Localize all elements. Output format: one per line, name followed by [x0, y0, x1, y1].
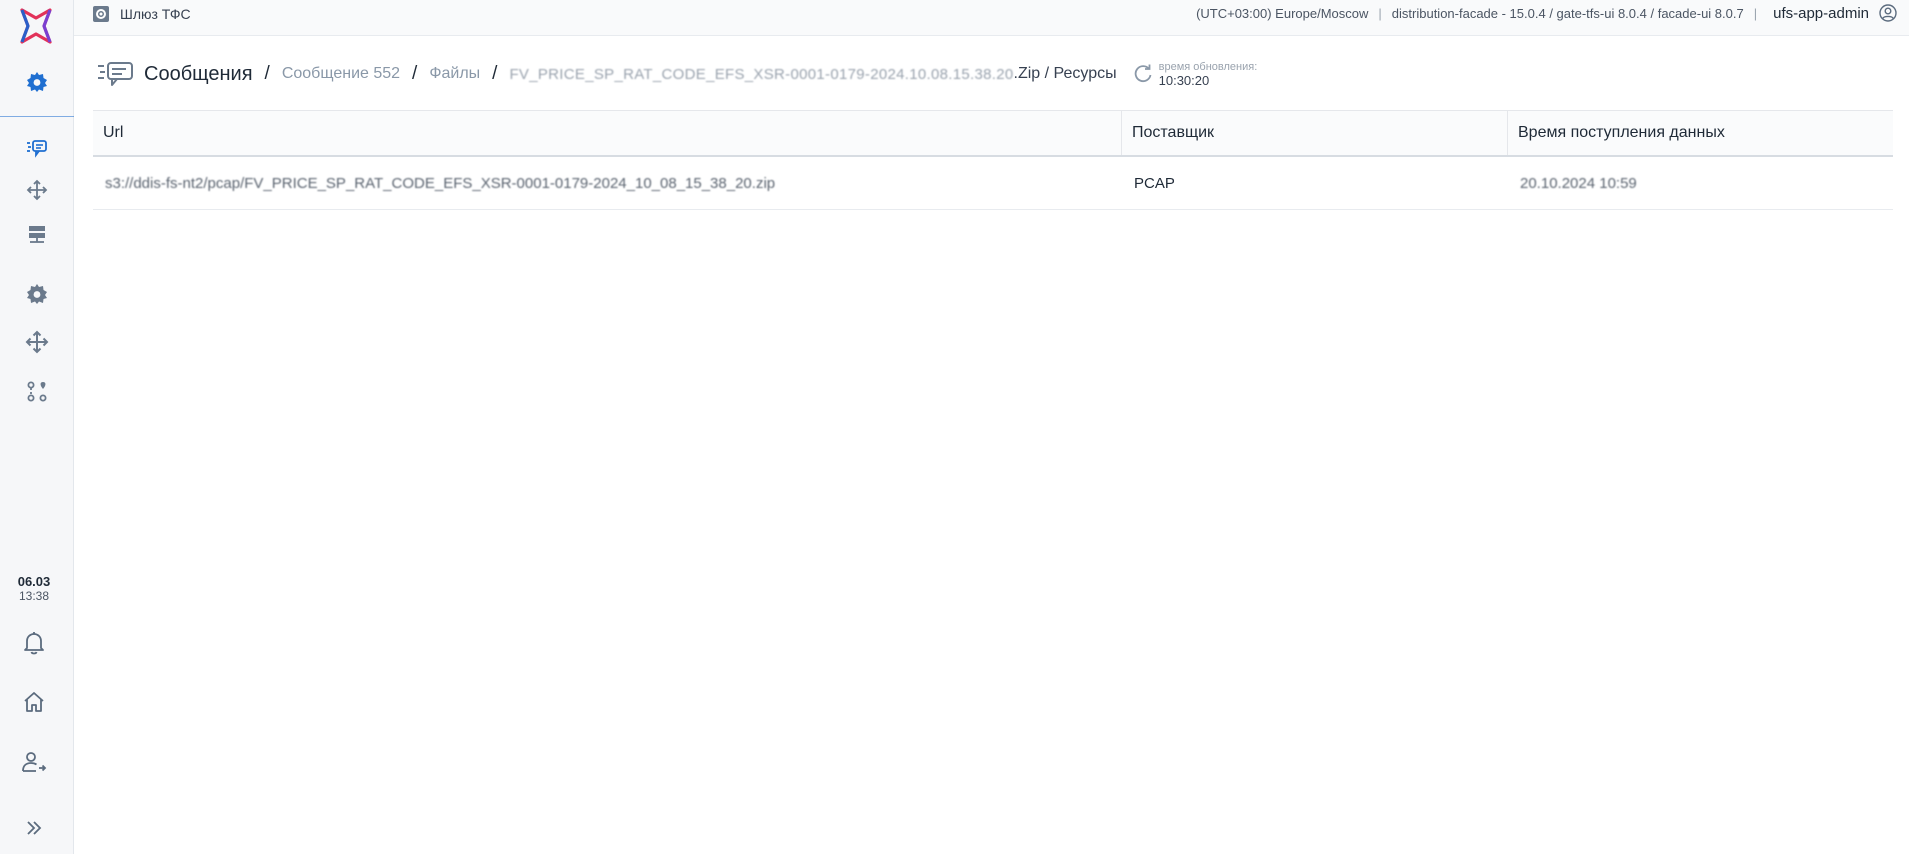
- app-logo-icon[interactable]: [14, 4, 58, 48]
- app-title-text: Шлюз ТФС: [120, 6, 191, 22]
- breadcrumb-message-link[interactable]: Сообщение 552: [282, 65, 400, 83]
- server-icon: [29, 226, 45, 243]
- gear-box-icon: [93, 6, 109, 22]
- timezone-label: (UTC+03:00) Europe/Moscow: [1196, 5, 1369, 21]
- sidebar-item-servers[interactable]: [0, 214, 74, 254]
- user-circle-icon[interactable]: [1879, 4, 1897, 22]
- refresh-text: время обновления: 10:30:20: [1159, 60, 1258, 88]
- cell-provider: PCAP: [1134, 174, 1175, 192]
- page-header: Сообщения / Сообщение 552 / Файлы / FV_P…: [96, 56, 1257, 92]
- clock-date: 06.03: [17, 574, 51, 589]
- user-name[interactable]: ufs-app-admin: [1773, 5, 1869, 22]
- home-button[interactable]: [0, 682, 68, 722]
- column-header-received-time[interactable]: Время поступления данных: [1508, 111, 1893, 155]
- breadcrumb-file-name: FV_PRICE_SP_RAT_CODE_EFS_XSR-0001-0179-2…: [509, 65, 1014, 83]
- refresh-label: время обновления:: [1158, 61, 1258, 73]
- versions-label: distribution-facade - 15.0.4 / gate-tfs-…: [1391, 5, 1744, 21]
- topbar-separator: |: [1378, 5, 1382, 21]
- expand-sidebar-button[interactable]: [0, 808, 68, 848]
- topbar-separator: |: [1753, 5, 1758, 21]
- column-header-url[interactable]: Url: [93, 111, 1122, 155]
- clock-time: 13:38: [18, 589, 50, 603]
- topbar: Шлюз ТФС (UTC+03:00) Europe/Moscow | dis…: [74, 0, 1909, 36]
- home-icon: [24, 692, 44, 712]
- breadcrumb-current: .Zip / Ресурсы: [1013, 65, 1117, 82]
- sidebar-item-routes[interactable]: [0, 170, 74, 210]
- sidebar-clock: 06.03 13:38: [0, 574, 68, 604]
- bell-icon: [24, 632, 44, 655]
- topbar-info: (UTC+03:00) Europe/Moscow | distribution…: [1196, 4, 1897, 22]
- table-header: Url Поставщик Время поступления данных: [93, 110, 1893, 157]
- app-title[interactable]: Шлюз ТФС: [92, 5, 191, 23]
- logout-button[interactable]: [0, 742, 68, 782]
- refresh-time: 10:30:20: [1158, 73, 1210, 88]
- cell-received-time: 20.10.2024 10:59: [1520, 174, 1637, 192]
- gears-icon: [27, 284, 47, 304]
- user-logout-icon: [22, 752, 47, 772]
- sidebar-settings-active[interactable]: [0, 62, 74, 102]
- sidebar-divider: [0, 116, 74, 117]
- refresh-icon: [1134, 64, 1152, 83]
- cell-url: s3://ddis-fs-nt2/pcap/FV_PRICE_SP_RAT_CO…: [105, 174, 776, 192]
- column-header-provider[interactable]: Поставщик: [1122, 111, 1508, 155]
- gear-icon: [27, 72, 47, 92]
- sidebar: 06.03 13:38: [0, 0, 74, 854]
- sidebar-item-connections[interactable]: [0, 371, 74, 411]
- route-icon: [27, 381, 47, 402]
- messages-icon: [98, 62, 133, 86]
- breadcrumb-separator: /: [492, 63, 498, 84]
- notifications-button[interactable]: [0, 623, 68, 663]
- sidebar-item-messages[interactable]: [0, 128, 74, 168]
- breadcrumb-files-link[interactable]: Файлы: [429, 65, 480, 83]
- arrows-move-icon: [25, 330, 49, 354]
- chevrons-right-icon: [27, 821, 42, 835]
- resources-table: Url Поставщик Время поступления данных s…: [93, 110, 1893, 210]
- table-row[interactable]: s3://ddis-fs-nt2/pcap/FV_PRICE_SP_RAT_CO…: [93, 157, 1893, 210]
- app-root: 06.03 13:38 Шлюз ТФС (UTC+03:00) Europe/…: [0, 0, 1909, 854]
- arrows-move-icon: [26, 179, 48, 201]
- sidebar-item-routing[interactable]: [0, 322, 74, 362]
- refresh-indicator[interactable]: время обновления: 10:30:20: [1133, 60, 1258, 88]
- page-title[interactable]: Сообщения: [144, 63, 253, 86]
- breadcrumb-separator: /: [264, 63, 270, 84]
- sidebar-item-settings[interactable]: [0, 274, 74, 314]
- breadcrumb-separator: /: [412, 63, 418, 84]
- messages-icon: [27, 140, 47, 158]
